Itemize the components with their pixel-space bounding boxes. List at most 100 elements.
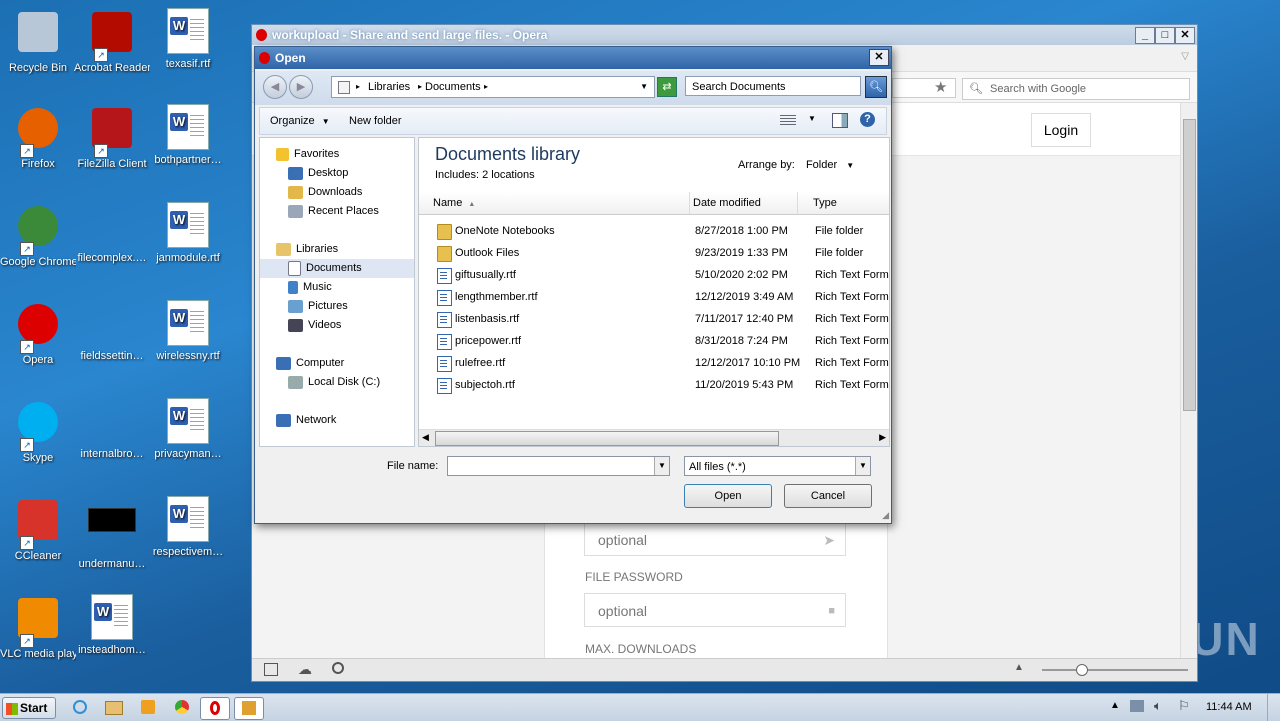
desktop-icon-2[interactable]: ↗Acrobat Reader DC — [74, 8, 150, 75]
library-includes[interactable]: Includes: 2 locations — [435, 169, 535, 181]
desktop-icon-1[interactable]: Recycle Bin — [0, 8, 76, 75]
show-hidden-icons[interactable]: ▲ — [1110, 700, 1120, 711]
breadcrumb-documents[interactable]: Documents — [425, 77, 481, 97]
desktop-icon-11[interactable]: fieldssettin… — [74, 300, 150, 363]
refresh-icon[interactable]: ⇄ — [657, 77, 677, 97]
desktop-icon-16[interactable]: ↗ CCleaner — [0, 496, 76, 563]
clock[interactable]: 11:44 AM — [1206, 701, 1252, 713]
desktop-icon-9[interactable]: janmodule.rtf — [150, 202, 226, 265]
internet-explorer-icon[interactable] — [66, 697, 94, 718]
desktop-icon-14[interactable]: internalbro… — [74, 398, 150, 461]
desktop-icon-3[interactable]: texasif.rtf — [150, 8, 226, 71]
field1-input[interactable]: optional ➤ — [584, 522, 846, 556]
close-button[interactable]: ✕ — [1175, 27, 1195, 44]
page-scrollbar[interactable] — [1180, 103, 1197, 659]
tree-favorites[interactable]: Favorites — [276, 145, 339, 164]
desktop-icon-13[interactable]: ↗ Skype — [0, 398, 76, 465]
desktop-icon-7[interactable]: ↗ Google Chrome — [0, 202, 76, 269]
chevron-down-icon[interactable]: ▼ — [855, 457, 870, 475]
start-button[interactable]: Start — [2, 697, 56, 719]
tree-local-disk[interactable]: Local Disk (C:) — [288, 373, 380, 392]
open-button[interactable]: Open — [684, 484, 772, 508]
file-row[interactable]: listenbasis.rtf 7/11/2017 12:40 PM Rich Te… — [419, 308, 889, 330]
cloud-icon[interactable]: ☁ — [298, 661, 312, 678]
media-player-icon[interactable] — [134, 697, 162, 718]
desktop-icon-10[interactable]: ↗ Opera — [0, 300, 76, 367]
back-icon[interactable]: ◀ — [263, 75, 287, 99]
desktop-icon-4[interactable]: ↗ Firefox — [0, 104, 76, 171]
file-row[interactable]: lengthmember.rtf 12/12/2019 3:49 AM Rich T… — [419, 286, 889, 308]
organize-button[interactable]: Organize ▼ — [270, 108, 330, 135]
view-options-icon[interactable] — [780, 115, 796, 126]
column-date-modified[interactable]: Date modified — [689, 192, 798, 214]
cancel-button[interactable]: Cancel — [784, 484, 872, 508]
desktop-icon-19[interactable]: ↗VLC media player — [0, 594, 76, 661]
search-icon[interactable]: 🔍︎ — [865, 76, 887, 98]
help-icon[interactable]: ? — [860, 112, 875, 127]
tree-downloads[interactable]: Downloads — [288, 183, 362, 202]
breadcrumb-libraries[interactable]: Libraries — [368, 77, 410, 97]
file-row[interactable]: OneNote Notebooks 8/27/2018 1:00 PM File f… — [419, 220, 889, 242]
file-row[interactable]: giftusually.rtf 5/10/2020 2:02 PM Rich Tex… — [419, 264, 889, 286]
new-folder-button[interactable]: New folder — [349, 108, 402, 134]
password-input[interactable]: optional ■ — [584, 593, 846, 627]
tree-recent-places[interactable]: Recent Places — [288, 202, 379, 221]
desktop-icon-20[interactable]: insteadhom… — [74, 594, 150, 657]
file-row[interactable]: Outlook Files 9/23/2019 1:33 PM File folde… — [419, 242, 889, 264]
file-name-input[interactable]: ▼ — [447, 456, 670, 476]
horizontal-scrollbar[interactable]: ◀ ▶ — [419, 429, 889, 446]
desktop-icon-15[interactable]: privacyman… — [150, 398, 226, 461]
scrollbar-thumb[interactable] — [1183, 119, 1196, 411]
desktop-icon-12[interactable]: wirelessny.rtf — [150, 300, 226, 363]
arrange-by[interactable]: Arrange by: Folder ▼ — [738, 159, 854, 171]
opera-taskbar-icon[interactable] — [200, 697, 230, 720]
zoom-up-icon[interactable]: ▲ — [1014, 662, 1024, 673]
search-documents-input[interactable]: Search Documents — [685, 76, 861, 96]
desktop-icon-18[interactable]: respectivem… — [150, 496, 226, 559]
app-taskbar-icon[interactable] — [234, 697, 264, 720]
file-row[interactable]: subjectoh.rtf 11/20/2019 5:43 PM Rich Text… — [419, 374, 889, 396]
horizontal-scrollbar-thumb[interactable] — [435, 431, 779, 446]
resize-grip-icon[interactable]: ◢ — [882, 510, 889, 521]
column-type[interactable]: Type — [809, 192, 889, 214]
file-type-select[interactable]: All files (*.*) ▼ — [684, 456, 871, 476]
tree-network[interactable]: Network — [276, 411, 336, 430]
tree-libraries[interactable]: Libraries — [276, 240, 338, 259]
chevron-down-icon[interactable]: ▼ — [654, 457, 669, 475]
column-name[interactable]: Name ▲ — [419, 192, 690, 214]
chrome-icon[interactable] — [168, 697, 196, 718]
panel-toggle-icon[interactable] — [264, 663, 278, 676]
zoom-slider-thumb[interactable] — [1076, 664, 1088, 676]
tab-menu-chevron-icon[interactable]: ▽ — [1181, 51, 1189, 62]
maximize-button[interactable]: □ — [1155, 27, 1175, 44]
file-row[interactable]: pricepower.rtf 8/31/2018 7:24 PM Rich Text… — [419, 330, 889, 352]
bookmark-star-icon[interactable]: ★ — [934, 78, 947, 96]
tree-computer[interactable]: Computer — [276, 354, 344, 373]
tree-music[interactable]: Music — [288, 278, 332, 297]
scroll-left-icon[interactable]: ◀ — [422, 432, 429, 443]
tree-desktop[interactable]: Desktop — [288, 164, 348, 183]
speed-dial-icon[interactable] — [332, 662, 344, 674]
history-dropdown-icon[interactable]: ▼ — [640, 77, 648, 97]
tree-videos[interactable]: Videos — [288, 316, 341, 335]
preview-pane-icon[interactable] — [832, 113, 848, 128]
file-row[interactable]: rulefree.rtf 12/12/2017 10:10 PM Rich Text… — [419, 352, 889, 374]
volume-icon[interactable]: 🔈︎ — [1154, 698, 1162, 714]
desktop-icon-6[interactable]: bothpartner… — [150, 104, 226, 167]
forward-icon[interactable]: ▶ — [289, 75, 313, 99]
desktop-icon-5[interactable]: ↗ FileZilla Client — [74, 104, 150, 171]
zoom-slider[interactable] — [1042, 664, 1188, 676]
show-desktop-button[interactable] — [1267, 694, 1280, 721]
desktop-icon-17[interactable]: undermanu… — [74, 496, 150, 571]
login-button[interactable]: Login — [1031, 113, 1091, 147]
search-box[interactable]: 🔍︎ Search with Google — [962, 78, 1190, 100]
tree-pictures[interactable]: Pictures — [288, 297, 348, 316]
chevron-down-icon[interactable]: ▼ — [808, 114, 816, 123]
minimize-button[interactable]: _ — [1135, 27, 1155, 44]
desktop-icon-8[interactable]: filecomplex.… — [74, 202, 150, 265]
breadcrumb[interactable]: ▸ Libraries ▸ Documents ▸ ▼ — [331, 76, 655, 98]
dialog-close-button[interactable]: ✕ — [869, 49, 889, 66]
scroll-right-icon[interactable]: ▶ — [879, 432, 886, 443]
action-center-flag-icon[interactable]: ⚐ — [1178, 698, 1190, 714]
explorer-icon[interactable] — [100, 697, 128, 718]
